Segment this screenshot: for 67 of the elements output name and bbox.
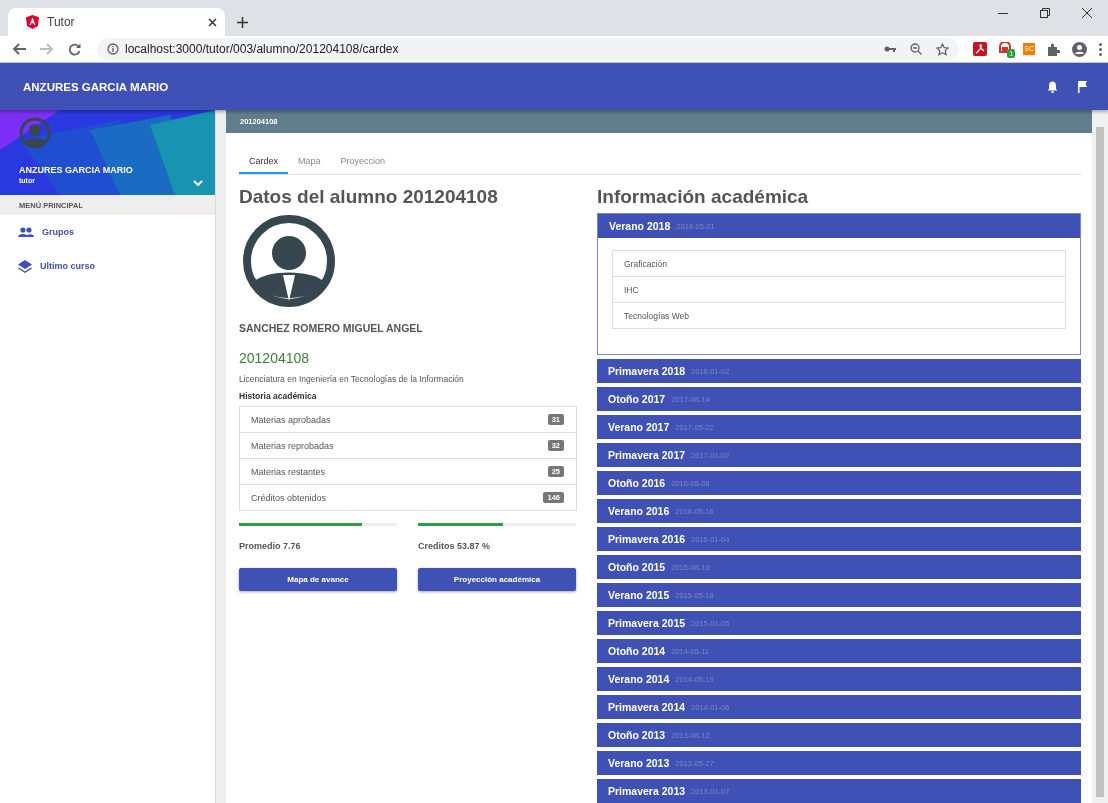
info-icon	[107, 43, 119, 55]
term-name: Otoño 2014	[608, 645, 666, 657]
url-text: localhost:3000/tutor/003/alumno/201204108/cardex	[125, 42, 400, 56]
shield-icon[interactable]	[999, 42, 1012, 56]
menu-dots-icon[interactable]	[1099, 42, 1102, 56]
layers-icon	[18, 259, 32, 273]
stat-label: Materias aprobadas	[251, 414, 332, 425]
bell-icon[interactable]	[1047, 80, 1058, 93]
term-name: Otoño 2013	[608, 729, 666, 741]
browser-tab[interactable]: Tutor	[8, 8, 225, 36]
tab[interactable]: Cardex	[239, 149, 288, 174]
subject-name: IHC	[624, 284, 639, 295]
term-name: Verano 2016	[608, 505, 670, 517]
subject-name: Graficación	[624, 258, 667, 269]
profile-icon[interactable]	[1072, 41, 1087, 57]
stat-label: Materias reprobadas	[251, 440, 335, 451]
student-name: SANCHEZ ROMERO MIGUEL ANGEL	[239, 322, 424, 334]
student-id: 201204108	[239, 350, 311, 366]
action-button[interactable]: Proyección académica	[418, 568, 576, 591]
action-button[interactable]: Mapa de avance	[239, 568, 397, 591]
restore-icon[interactable]	[1040, 8, 1050, 18]
document-icon[interactable]	[973, 42, 988, 56]
stat-label: Materias restantes	[251, 466, 327, 477]
sidebar-item[interactable]: Ultimo curso	[0, 249, 215, 283]
star-icon[interactable]	[936, 42, 950, 56]
chevron-down-icon[interactable]	[193, 180, 203, 186]
subject-name: Tecnologías Web	[624, 310, 690, 321]
term-name: Verano 2014	[608, 673, 670, 685]
shield-icon	[26, 15, 39, 29]
zoom-out-icon[interactable]	[910, 43, 923, 55]
section-heading: Información académica	[597, 186, 810, 208]
program-name: Licenciatura en Ingeniería en Tecnologías de la Información	[239, 374, 465, 384]
reload-icon[interactable]	[68, 42, 81, 56]
term-name: Primavera 2013	[608, 785, 686, 797]
avatar-icon	[19, 117, 51, 149]
section-heading: Datos del alumno 201204108	[239, 186, 499, 208]
term-name: Verano 2018	[609, 220, 671, 232]
term-name: Primavera 2016	[608, 533, 686, 545]
sidebar-item[interactable]: Grupos	[0, 215, 215, 249]
app-title: ANZURES GARCIA MARIO	[23, 80, 170, 93]
term-name: Primavera 2014	[608, 701, 686, 713]
close-icon[interactable]	[1082, 8, 1092, 18]
flag-icon[interactable]	[1078, 80, 1088, 93]
term-name: Verano 2015	[608, 589, 670, 601]
tab-title: Tutor	[47, 15, 76, 29]
term-name: Otoño 2016	[608, 477, 666, 489]
user-name: ANZURES GARCIA MARIO	[19, 165, 133, 175]
people-icon	[18, 227, 34, 237]
progress-label: Promedio 7.76	[239, 541, 302, 551]
stat-label: Créditos obtenidos	[251, 492, 328, 503]
term-name: Verano 2013	[608, 757, 670, 769]
progress-label: Creditos 53.87 %	[418, 541, 492, 551]
term-name: Otoño 2017	[608, 393, 666, 405]
address-bar[interactable]: localhost:3000/tutor/003/alumno/201204108/cardex	[97, 38, 960, 60]
close-icon[interactable]	[208, 17, 217, 27]
tab[interactable]: Mapa	[288, 149, 331, 174]
term-name: Primavera 2017	[608, 449, 686, 461]
subsection-title: Historia académica	[239, 391, 318, 401]
plus-icon[interactable]	[237, 17, 248, 28]
term-name: Verano 2017	[608, 421, 670, 433]
tab[interactable]: Proyeccion	[330, 149, 396, 174]
key-icon[interactable]	[884, 45, 897, 53]
term-name: Otoño 2015	[608, 561, 666, 573]
term-name: Primavera 2015	[608, 617, 686, 629]
puzzle-icon[interactable]	[1047, 42, 1060, 56]
term-name: Primavera 2018	[608, 365, 686, 377]
back-arrow-icon[interactable]	[12, 43, 26, 55]
